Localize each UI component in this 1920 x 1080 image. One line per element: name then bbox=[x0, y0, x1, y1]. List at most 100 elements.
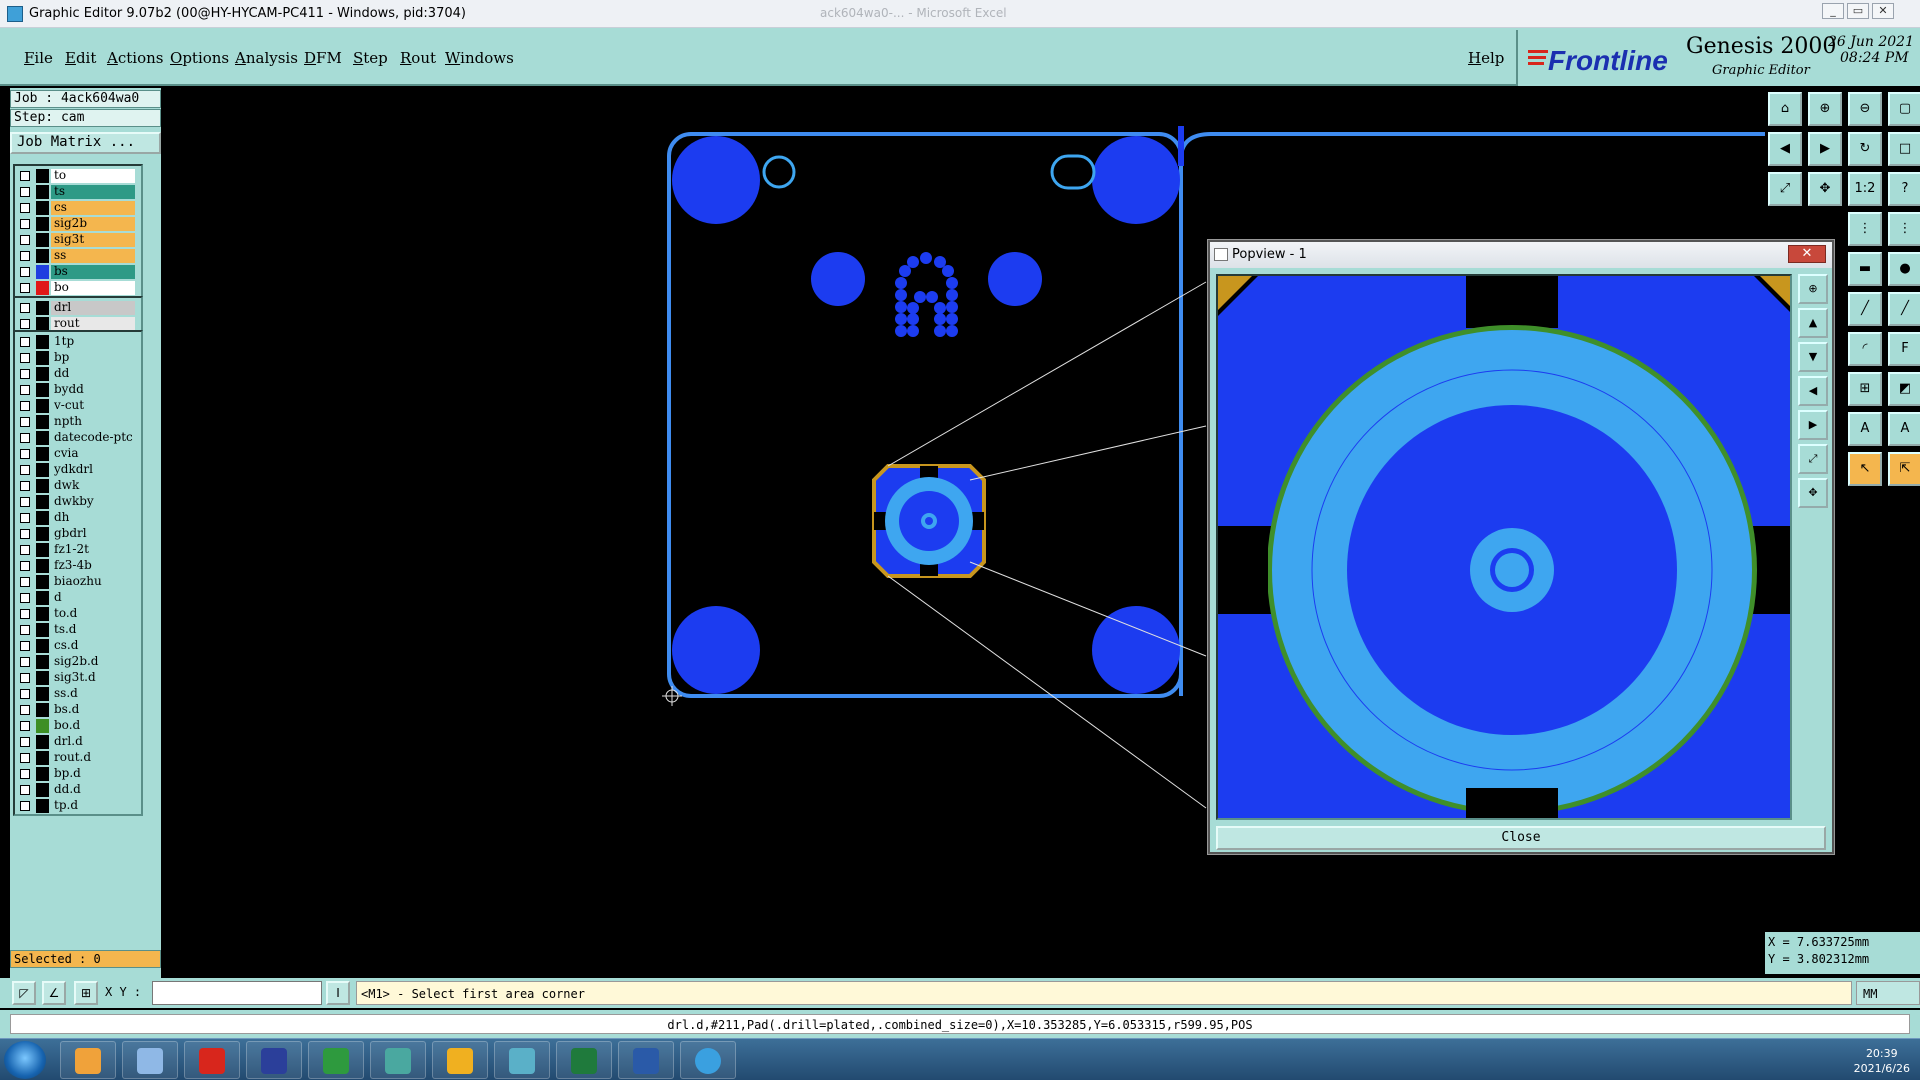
layer-checkbox[interactable] bbox=[20, 235, 30, 245]
menu-options[interactable]: Options bbox=[170, 49, 229, 67]
menu-help[interactable]: Help bbox=[1468, 49, 1504, 67]
angle-icon[interactable]: A bbox=[1848, 412, 1882, 446]
layer-name[interactable]: sig3t bbox=[51, 233, 135, 247]
layer-name[interactable]: rout.d bbox=[51, 751, 135, 765]
layer-checkbox[interactable] bbox=[20, 529, 30, 539]
layer-name[interactable]: bydd bbox=[51, 383, 135, 397]
layer-color-swatch[interactable] bbox=[36, 249, 49, 263]
taskbar-notepad-icon[interactable] bbox=[122, 1041, 178, 1079]
layer-row[interactable]: ss.d bbox=[15, 686, 139, 702]
layer-name[interactable]: bs bbox=[51, 265, 135, 279]
popview-titlebar[interactable]: Popview - 1 ✕ bbox=[1210, 242, 1832, 268]
layer-row[interactable]: 1tp bbox=[15, 334, 139, 350]
layer-row[interactable]: dd.d bbox=[15, 782, 139, 798]
layer-checkbox[interactable] bbox=[20, 753, 30, 763]
layer-color-swatch[interactable] bbox=[36, 233, 49, 247]
layer-name[interactable]: bo.d bbox=[51, 719, 135, 733]
layer-color-swatch[interactable] bbox=[36, 169, 49, 183]
zoom-box-icon[interactable]: ▢ bbox=[1888, 92, 1920, 126]
angle2-icon[interactable]: A bbox=[1888, 412, 1920, 446]
layer-checkbox[interactable] bbox=[20, 545, 30, 555]
layer-row[interactable]: v-cut bbox=[15, 398, 139, 414]
layer-checkbox[interactable] bbox=[20, 283, 30, 293]
layer-checkbox[interactable] bbox=[20, 401, 30, 411]
layer-checkbox[interactable] bbox=[20, 187, 30, 197]
layer-checkbox[interactable] bbox=[20, 219, 30, 229]
snap-icon[interactable]: ◸ bbox=[12, 981, 36, 1005]
taskbar-p-icon[interactable] bbox=[308, 1041, 364, 1079]
layer-name[interactable]: bp bbox=[51, 351, 135, 365]
layer-row[interactable]: sig3t bbox=[15, 232, 139, 248]
arc-icon[interactable]: ◜ bbox=[1848, 332, 1882, 366]
taskbar-save-icon[interactable] bbox=[246, 1041, 302, 1079]
layer-color-swatch[interactable] bbox=[36, 687, 49, 701]
taskbar-eye-icon[interactable] bbox=[370, 1041, 426, 1079]
popview-close-button[interactable]: Close bbox=[1216, 826, 1826, 850]
layer-checkbox[interactable] bbox=[20, 577, 30, 587]
layer-name[interactable]: ts.d bbox=[51, 623, 135, 637]
layer-row[interactable]: ts.d bbox=[15, 622, 139, 638]
minimize-button[interactable]: _ bbox=[1822, 3, 1844, 19]
restore-button[interactable]: ▭ bbox=[1847, 3, 1869, 19]
layer-row[interactable]: gbdrl bbox=[15, 526, 139, 542]
layer-name[interactable]: drl.d bbox=[51, 735, 135, 749]
layer-color-swatch[interactable] bbox=[36, 703, 49, 717]
layer-row[interactable]: ts bbox=[15, 184, 139, 200]
select-pointer-icon[interactable]: ↖ bbox=[1848, 452, 1882, 486]
layer-row[interactable]: drl bbox=[15, 300, 139, 316]
job-matrix-button[interactable]: Job Matrix ... bbox=[10, 132, 161, 154]
layer-name[interactable]: drl bbox=[51, 301, 135, 315]
layer-row[interactable]: bo bbox=[15, 280, 139, 296]
layer-checkbox[interactable] bbox=[20, 609, 30, 619]
layer-row[interactable]: dh bbox=[15, 510, 139, 526]
layer-color-swatch[interactable] bbox=[36, 751, 49, 765]
layer-checkbox[interactable] bbox=[20, 673, 30, 683]
layer-checkbox[interactable] bbox=[20, 337, 30, 347]
pv-down-icon[interactable]: ▼ bbox=[1798, 342, 1828, 372]
layer-checkbox[interactable] bbox=[20, 625, 30, 635]
layer-color-swatch[interactable] bbox=[36, 591, 49, 605]
layer-checkbox[interactable] bbox=[20, 449, 30, 459]
angle-snap-icon[interactable]: ∠ bbox=[42, 981, 66, 1005]
layer-row[interactable]: fz3-4b bbox=[15, 558, 139, 574]
layer-row[interactable]: fz1-2t bbox=[15, 542, 139, 558]
layer-checkbox[interactable] bbox=[20, 641, 30, 651]
layer-color-swatch[interactable] bbox=[36, 447, 49, 461]
layer-color-swatch[interactable] bbox=[36, 335, 49, 349]
layer-color-swatch[interactable] bbox=[36, 431, 49, 445]
layer-row[interactable]: d bbox=[15, 590, 139, 606]
layer-name[interactable]: fz1-2t bbox=[51, 543, 135, 557]
layer-color-swatch[interactable] bbox=[36, 671, 49, 685]
layer-checkbox[interactable] bbox=[20, 513, 30, 523]
taskbar-genesis-icon[interactable] bbox=[184, 1041, 240, 1079]
xy-input[interactable] bbox=[152, 981, 322, 1005]
layer-name[interactable]: cvia bbox=[51, 447, 135, 461]
tray-clock[interactable]: 20:39 2021/6/26 bbox=[1854, 1046, 1910, 1076]
layer-checkbox[interactable] bbox=[20, 385, 30, 395]
close-window-button[interactable]: ✕ bbox=[1872, 3, 1894, 19]
layer-color-swatch[interactable] bbox=[36, 559, 49, 573]
layer-checkbox[interactable] bbox=[20, 705, 30, 715]
layer-name[interactable]: to.d bbox=[51, 607, 135, 621]
layer-name[interactable]: v-cut bbox=[51, 399, 135, 413]
pv-fit-icon[interactable]: ⤢ bbox=[1798, 444, 1828, 474]
layer-color-swatch[interactable] bbox=[36, 735, 49, 749]
layer-name[interactable]: sig3t.d bbox=[51, 671, 135, 685]
connect2-icon[interactable]: ╱ bbox=[1888, 292, 1920, 326]
select-area-icon[interactable]: ⇱ bbox=[1888, 452, 1920, 486]
layer-checkbox[interactable] bbox=[20, 369, 30, 379]
layer-name[interactable]: sig2b.d bbox=[51, 655, 135, 669]
layer-name[interactable]: rout bbox=[51, 317, 135, 331]
menu-edit[interactable]: Edit bbox=[65, 49, 96, 67]
layer-row[interactable]: to.d bbox=[15, 606, 139, 622]
layer-name[interactable]: ydkdrl bbox=[51, 463, 135, 477]
layer-row[interactable]: sig2b.d bbox=[15, 654, 139, 670]
layer-checkbox[interactable] bbox=[20, 251, 30, 261]
layer-checkbox[interactable] bbox=[20, 561, 30, 571]
layer-color-swatch[interactable] bbox=[36, 799, 49, 813]
taskbar-excel-icon[interactable] bbox=[556, 1041, 612, 1079]
layer-checkbox[interactable] bbox=[20, 303, 30, 313]
layer-row[interactable]: cs.d bbox=[15, 638, 139, 654]
layer-name[interactable]: npth bbox=[51, 415, 135, 429]
layer-color-swatch[interactable] bbox=[36, 201, 49, 215]
